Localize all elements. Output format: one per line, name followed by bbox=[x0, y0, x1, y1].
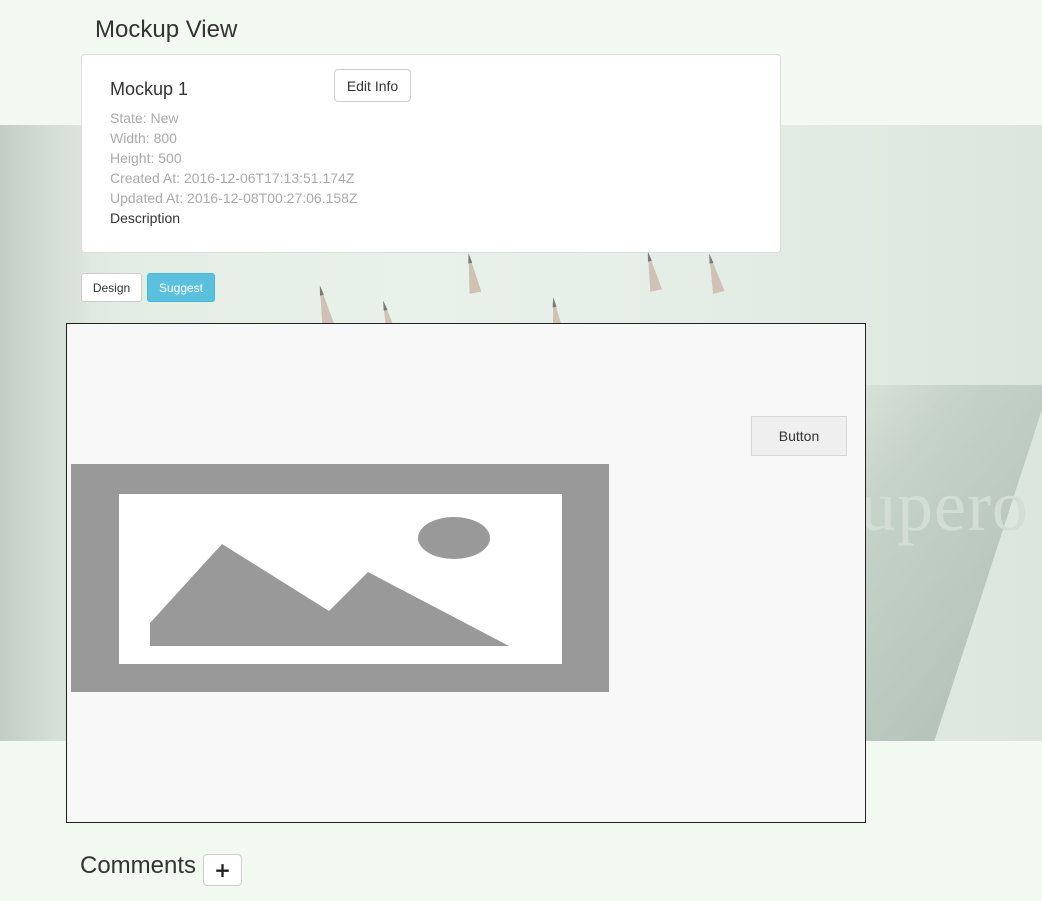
pencil-tip bbox=[313, 284, 335, 326]
mockup-canvas[interactable]: Button bbox=[66, 323, 866, 823]
image-placeholder-icon bbox=[119, 494, 562, 664]
canvas-image-widget[interactable] bbox=[71, 464, 609, 692]
mockup-description-label: Description bbox=[110, 210, 181, 226]
pencil-tip bbox=[641, 250, 663, 292]
mockup-name: Mockup 1 bbox=[110, 79, 189, 99]
page-title: Mockup View bbox=[95, 16, 238, 43]
mockup-width: Width: 800 bbox=[110, 130, 177, 146]
mockup-info-card: Mockup 1 Edit Info State: New Width: 800… bbox=[81, 54, 781, 253]
tab-suggest[interactable]: Suggest bbox=[147, 273, 215, 302]
mockup-height: Height: 500 bbox=[110, 150, 182, 166]
pencil-tip bbox=[462, 252, 482, 294]
edit-info-button[interactable]: Edit Info bbox=[334, 69, 411, 102]
add-comment-button[interactable]: + bbox=[203, 854, 242, 886]
mockup-updated-at: Updated At: 2016-12-08T00:27:06.158Z bbox=[110, 190, 358, 206]
tab-design[interactable]: Design bbox=[81, 273, 142, 302]
mockup-created-at: Created At: 2016-12-06T17:13:51.174Z bbox=[110, 170, 355, 186]
comments-title: Comments bbox=[80, 852, 197, 879]
canvas-button-widget[interactable]: Button bbox=[751, 416, 847, 456]
hero-text: upero bbox=[860, 466, 1029, 546]
mockup-state: State: New bbox=[110, 110, 179, 126]
pencil-tip bbox=[703, 252, 725, 294]
